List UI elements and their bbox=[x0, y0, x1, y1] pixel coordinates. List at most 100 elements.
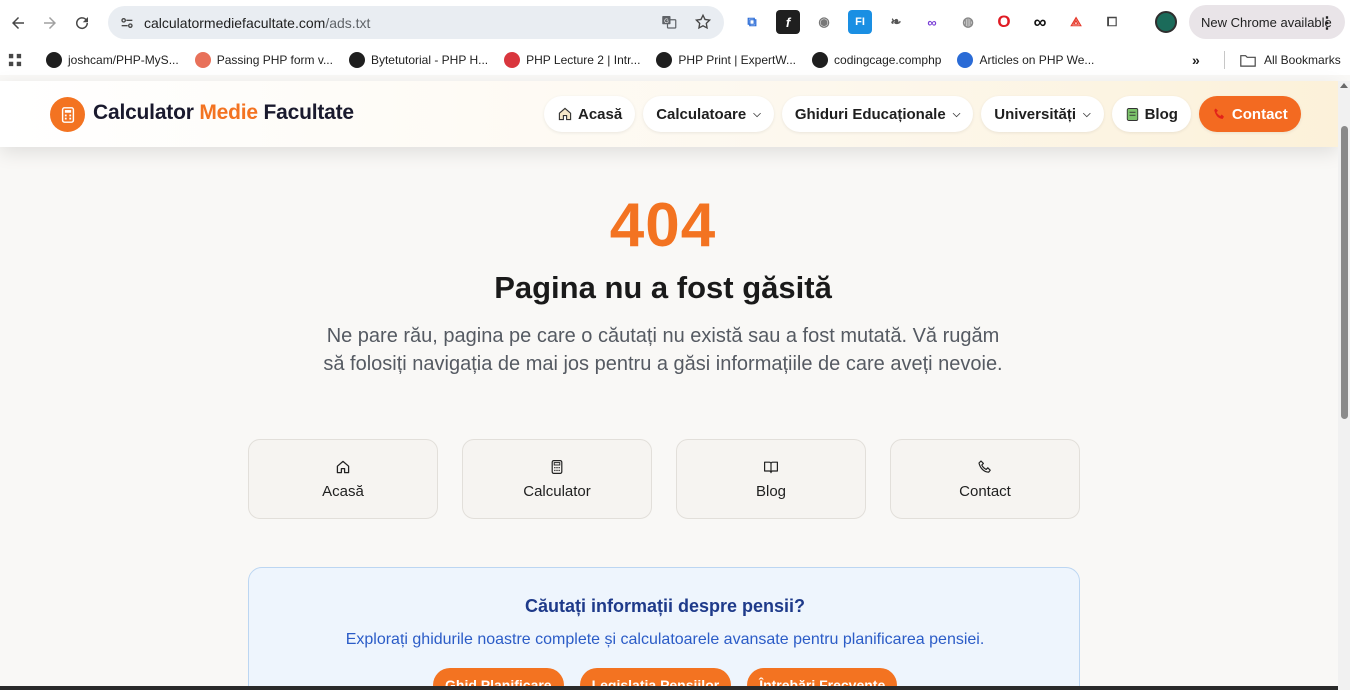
address-bar[interactable]: calculatormediefacultate.com/ads.txt G bbox=[108, 6, 724, 39]
globe-icon bbox=[656, 52, 673, 68]
quick-link-label: Calculator bbox=[523, 482, 591, 500]
apps-grid-icon[interactable] bbox=[0, 53, 30, 67]
bookmarks-divider bbox=[1224, 51, 1225, 69]
quick-link-calculator[interactable]: Calculator bbox=[462, 439, 652, 519]
bookmark-item[interactable]: Passing PHP form v... bbox=[194, 52, 333, 68]
logo-word-1: Calculator bbox=[93, 101, 200, 124]
nav-guides-label: Ghiduri Educaționale bbox=[794, 105, 946, 123]
extension-link-icon[interactable]: ∞ bbox=[920, 10, 944, 34]
url-host: calculatormediefacultate.com bbox=[144, 14, 326, 31]
nav-guides[interactable]: Ghiduri Educaționale ⌵ bbox=[781, 96, 974, 132]
quick-link-blog[interactable]: Blog bbox=[676, 439, 866, 519]
nav-calculators[interactable]: Calculatoare ⌵ bbox=[643, 96, 774, 132]
extension-opera-icon[interactable]: O bbox=[992, 10, 1016, 34]
quick-links: Acasă Calculator Blog Contact bbox=[248, 439, 1080, 519]
bookmark-star-icon[interactable] bbox=[692, 11, 714, 33]
extension-leaf-icon[interactable]: ❧ bbox=[884, 10, 908, 34]
extensions-puzzle-icon[interactable]: ⧠ bbox=[1100, 10, 1124, 34]
svg-text:G: G bbox=[664, 19, 669, 25]
scrollbar-thumb[interactable] bbox=[1341, 126, 1348, 419]
error-title: Pagina nu a fost găsită bbox=[494, 270, 832, 305]
bookmark-item[interactable]: PHP Lecture 2 | Intr... bbox=[504, 52, 640, 68]
window-bottom-edge bbox=[0, 686, 1338, 690]
page-icon bbox=[194, 52, 211, 68]
chevron-down-icon: ⌵ bbox=[753, 108, 761, 120]
url-text: calculatormediefacultate.com/ads.txt bbox=[144, 15, 370, 31]
nav-calculators-label: Calculatoare bbox=[656, 105, 747, 123]
bookmark-label: PHP Print | ExpertW... bbox=[678, 53, 797, 67]
reload-button[interactable] bbox=[68, 9, 96, 37]
all-bookmarks-label: All Bookmarks bbox=[1264, 53, 1341, 67]
cc-icon bbox=[812, 52, 829, 68]
bookmark-item[interactable]: Bytetutorial - PHP H... bbox=[348, 52, 489, 68]
extension-copy-icon[interactable]: ⧉ bbox=[740, 10, 764, 34]
bookmark-label: Bytetutorial - PHP H... bbox=[370, 53, 489, 67]
site-settings-icon[interactable] bbox=[116, 12, 138, 34]
bookmark-label: Passing PHP form v... bbox=[216, 53, 333, 67]
profile-avatar[interactable] bbox=[1155, 11, 1177, 33]
update-chrome-button[interactable]: New Chrome available ⋮ bbox=[1189, 5, 1345, 39]
extensions-row: ⧉ f ◉ FI ❧ ∞ ◍ O ∞ ⟁ ⧠ bbox=[740, 10, 1124, 34]
main-nav: Acasă Calculatoare ⌵ Ghiduri Educaționale… bbox=[544, 96, 1301, 132]
promo-title: Căutați informații despre pensii? bbox=[524, 596, 806, 616]
reload-icon bbox=[76, 16, 89, 29]
calculator-logo-icon[interactable] bbox=[50, 97, 85, 132]
chevron-down-icon: ⌵ bbox=[1083, 108, 1091, 120]
chevron-down-icon: ⌵ bbox=[952, 108, 961, 120]
extension-globe-icon[interactable]: ◍ bbox=[956, 10, 980, 34]
more-bookmarks-icon[interactable]: » bbox=[1192, 52, 1200, 68]
nav-contact-button[interactable]: Contact bbox=[1198, 96, 1301, 132]
phone-icon bbox=[1214, 108, 1224, 119]
extension-fi-icon[interactable]: FI bbox=[848, 10, 872, 34]
book-icon bbox=[764, 461, 778, 473]
page-scrollbar[interactable] bbox=[1338, 81, 1350, 690]
forward-button[interactable] bbox=[36, 9, 64, 37]
arrow-left-icon bbox=[12, 16, 24, 29]
back-button[interactable] bbox=[4, 9, 32, 37]
nav-blog[interactable]: Blog bbox=[1111, 96, 1191, 132]
nav-home-label: Acasă bbox=[578, 105, 623, 123]
nav-home[interactable]: Acasă bbox=[544, 96, 636, 132]
extension-function-icon[interactable]: f bbox=[776, 10, 800, 34]
arrow-right-icon bbox=[44, 16, 56, 29]
quick-link-contact[interactable]: Contact bbox=[890, 439, 1080, 519]
bookmark-item[interactable]: joshcam/PHP-MyS... bbox=[46, 52, 179, 68]
site-logo-text[interactable]: Calculator Medie Facultate bbox=[93, 101, 354, 125]
nav-blog-label: Blog bbox=[1144, 105, 1178, 123]
bookmark-item[interactable]: PHP Print | ExpertW... bbox=[656, 52, 796, 68]
nav-contact-label: Contact bbox=[1231, 105, 1288, 123]
quick-link-home[interactable]: Acasă bbox=[248, 439, 438, 519]
error-description: Ne pare rău, pagina pe care o căutați nu… bbox=[323, 325, 1003, 375]
update-chrome-label: New Chrome available bbox=[1201, 14, 1332, 30]
bookmark-list: joshcam/PHP-MyS... Passing PHP form v... B… bbox=[30, 52, 1094, 68]
extension-pdf-icon[interactable]: ⟁ bbox=[1064, 10, 1088, 34]
promo-subtitle: Explorați ghidurile noastre complete și … bbox=[345, 631, 985, 648]
bookmark-item[interactable]: Articles on PHP We... bbox=[957, 52, 1094, 68]
home-icon bbox=[336, 460, 350, 473]
scroll-up-arrow-icon[interactable] bbox=[1340, 83, 1348, 88]
browser-toolbar: calculatormediefacultate.com/ads.txt G ⧉… bbox=[0, 0, 1350, 45]
globe-icon bbox=[348, 52, 365, 68]
extension-infinity-icon[interactable]: ∞ bbox=[1028, 10, 1052, 34]
bookmarks-bar: joshcam/PHP-MyS... Passing PHP form v... B… bbox=[0, 45, 1350, 75]
all-bookmarks-button[interactable]: All Bookmarks bbox=[1240, 45, 1341, 75]
notebook-icon bbox=[1126, 107, 1138, 121]
nav-universities[interactable]: Universități ⌵ bbox=[981, 96, 1104, 132]
logo-word-3: Facultate bbox=[257, 101, 354, 124]
bookmark-label: codingcage.comphp bbox=[834, 53, 942, 67]
arrow-icon bbox=[957, 52, 974, 68]
calculator-icon bbox=[551, 459, 563, 474]
quick-link-label: Acasă bbox=[322, 482, 364, 500]
quick-link-label: Contact bbox=[959, 482, 1011, 500]
github-icon bbox=[46, 52, 62, 68]
url-path: /ads.txt bbox=[325, 14, 371, 31]
folder-icon bbox=[1240, 54, 1256, 67]
bookmark-item[interactable]: codingcage.comphp bbox=[812, 52, 941, 68]
bookmark-label: PHP Lecture 2 | Intr... bbox=[526, 53, 641, 67]
error-code: 404 bbox=[609, 191, 717, 260]
menu-dots-icon[interactable]: ⋮ bbox=[1319, 13, 1335, 33]
translate-icon[interactable]: G bbox=[658, 11, 680, 33]
lecture-icon bbox=[504, 52, 521, 68]
bookmark-label: Articles on PHP We... bbox=[979, 53, 1095, 67]
extension-camera-icon[interactable]: ◉ bbox=[812, 10, 836, 34]
